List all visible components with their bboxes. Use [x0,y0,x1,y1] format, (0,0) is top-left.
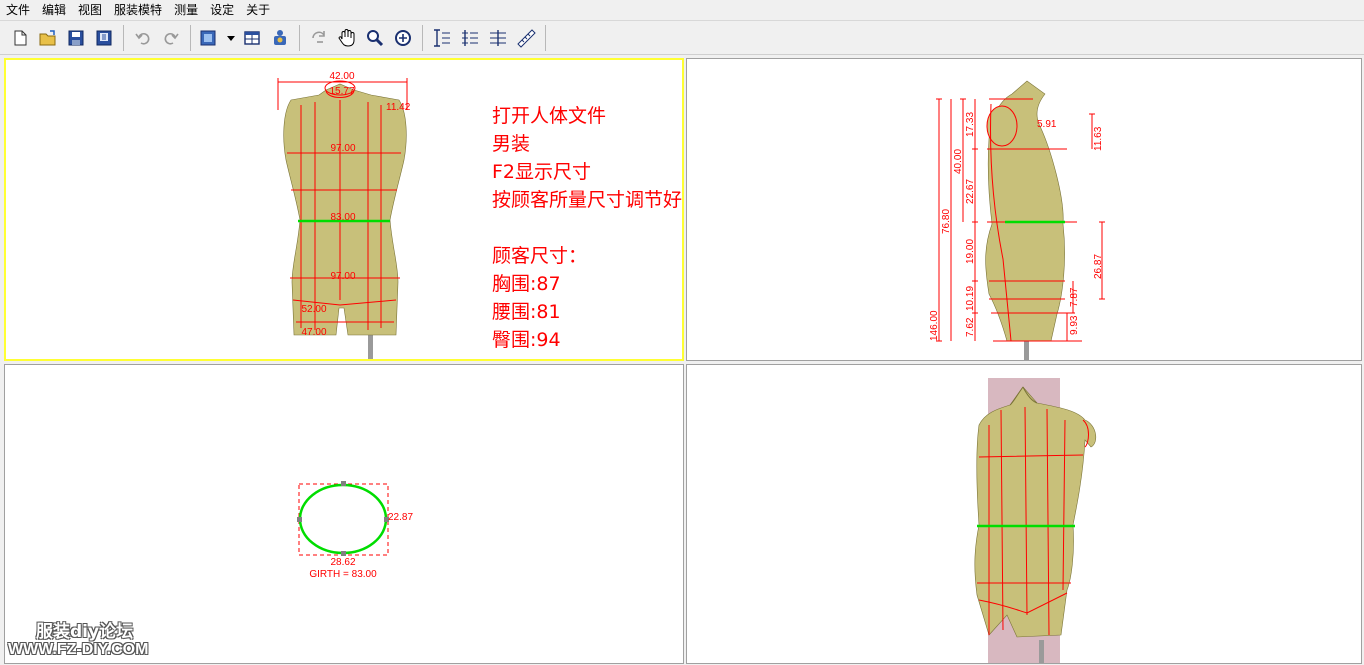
girth-label: GIRTH = 83.00 [309,569,377,580]
shoulder-label: 42.00 [329,71,354,82]
note-line: 腰围:81 [492,301,561,323]
depth-label: 22.87 [388,512,413,523]
front-body [283,83,407,336]
note-line: 臀围:94 [492,329,561,351]
menu-measure[interactable]: 测量 [168,0,204,20]
total-label: 146.00 [929,310,940,341]
open-folder-icon[interactable] [34,24,62,52]
menu-view[interactable]: 视图 [72,0,108,20]
knee-label: 47.00 [301,327,326,338]
toolbar-separator [545,24,546,51]
redo-icon[interactable] [157,24,185,52]
instruction-notes: 打开人体文件 男装 F2显示尺寸 按顾客所量尺寸调节好 顾客尺寸： 胸围:87 … [492,102,682,354]
toolbar-separator [190,24,191,51]
new-file-icon[interactable] [6,24,34,52]
stand-pole [1024,339,1029,360]
camera-icon[interactable] [266,24,294,52]
waist-hip-label: 19.00 [965,239,976,264]
note-line: 顾客尺寸： [492,245,588,267]
hand-icon[interactable] [333,24,361,52]
note-line [492,214,682,242]
note-line: 打开人体文件 [492,105,607,127]
torso-label: 76.80 [941,209,952,234]
thigh-label: 52.00 [301,304,326,315]
right-mid-label: 26.87 [1093,254,1104,279]
menu-about[interactable]: 关于 [240,0,276,20]
front-view[interactable]: 42.00 15.77 11.42 97.00 83.00 97.00 52.0… [4,58,684,361]
arm-ellipse [986,105,1018,147]
rotate-icon[interactable] [305,24,333,52]
right-bottom-label: 9.93 [1069,315,1080,335]
menu-settings[interactable]: 设定 [204,0,240,20]
measure-vertical-icon[interactable] [428,24,456,52]
bust-waist-label: 22.67 [965,179,976,204]
menu-edit[interactable]: 编辑 [36,0,72,20]
note-line: F2显示尺寸 [492,161,592,183]
girth-ellipse [298,483,388,555]
hip-crotch-label: 10.19 [965,286,976,311]
menu-bar: 文件 编辑 视图 服装模特 测量 设定 关于 [0,0,1364,21]
side-view[interactable]: 146.00 76.80 40.00 17.33 22.67 19.00 10.… [686,58,1362,361]
mannequin-icon[interactable] [196,24,224,52]
chest-label: 97.00 [330,143,355,154]
neck-bust-label: 17.33 [965,112,976,137]
stand-pole [368,332,373,359]
toolbar [0,21,1364,55]
measure-list-icon[interactable] [456,24,484,52]
perspective-body [974,386,1097,638]
perspective-view[interactable] [686,364,1362,664]
note-line: 按顾客所量尺寸调节好 [492,189,683,211]
control-point[interactable] [297,517,302,522]
toolbar-separator [422,24,423,51]
neck-label: 15.77 [329,86,354,97]
waist-label: 83.00 [330,212,355,223]
hip-label: 97.00 [330,271,355,282]
right-upper-label: 11.63 [1093,126,1104,151]
menu-mannequin[interactable]: 服装模特 [108,0,168,20]
width-label: 28.62 [330,557,355,568]
arm-label: 5.91 [1037,119,1057,130]
armhole-label: 11.42 [386,102,411,113]
save-all-icon[interactable] [90,24,118,52]
save-icon[interactable] [62,24,90,52]
toolbar-separator [123,24,124,51]
undo-icon[interactable] [129,24,157,52]
measure-grid-icon[interactable] [484,24,512,52]
right-low-label: 7.87 [1069,287,1080,307]
zoom-icon[interactable] [361,24,389,52]
control-point[interactable] [341,551,346,556]
layout-icon[interactable] [238,24,266,52]
crotch-low-label: 7.62 [965,317,976,337]
note-line: 胸围:87 [492,273,561,295]
chevron-down-icon[interactable] [224,24,238,52]
stand-pole [1039,640,1044,663]
note-line: 男装 [492,133,531,155]
menu-file[interactable]: 文件 [0,0,36,20]
fit-icon[interactable] [389,24,417,52]
watermark-url: WWW.FZ-DIY.COM [8,641,149,658]
control-point[interactable] [341,481,346,486]
upper-label: 40.00 [953,149,964,174]
watermark-text: 服装diy论坛 [36,622,134,642]
toolbar-separator [299,24,300,51]
ruler-icon[interactable] [512,24,540,52]
